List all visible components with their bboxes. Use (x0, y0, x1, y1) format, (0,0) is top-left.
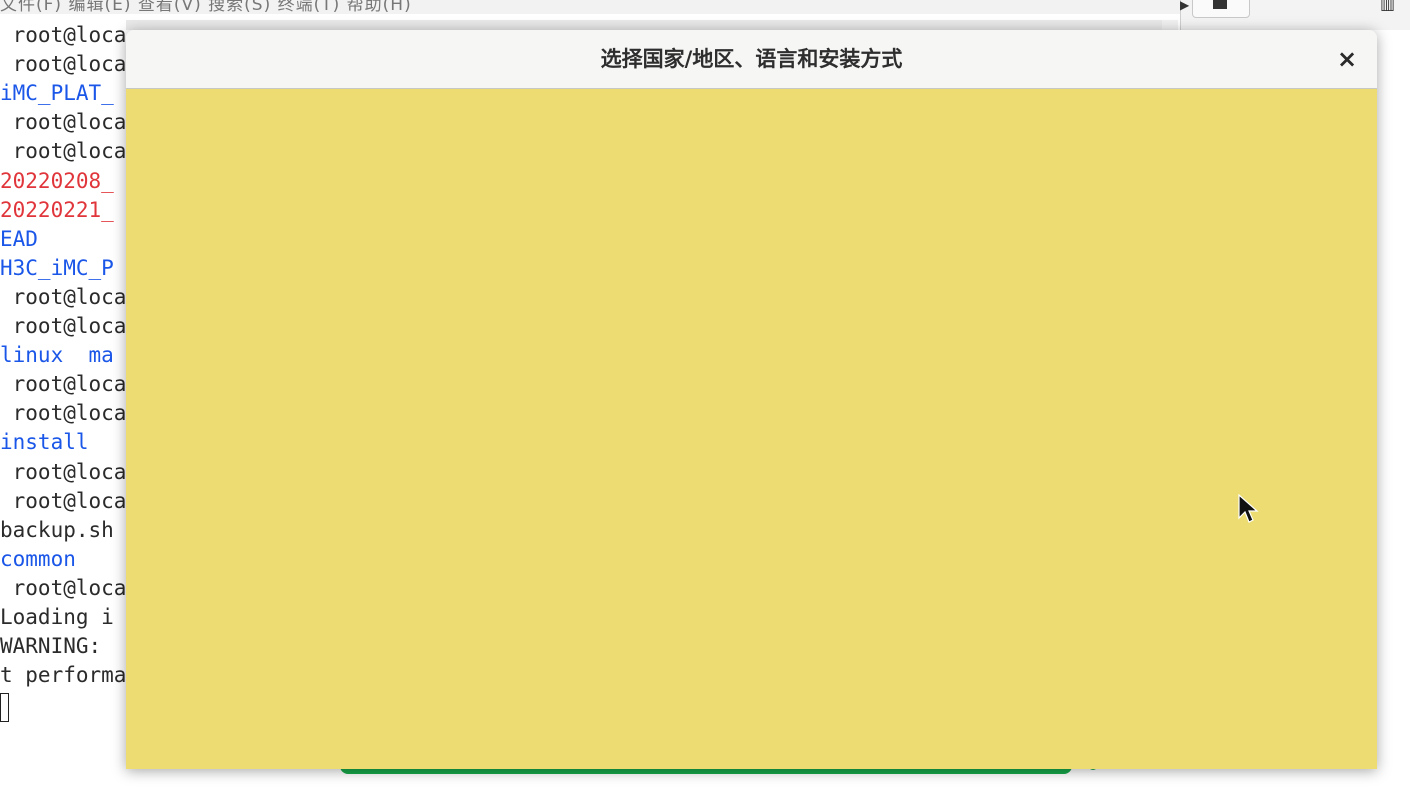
terminal-line: root@loca (0, 488, 127, 513)
menu-icon[interactable]: ▥ (1380, 0, 1395, 13)
terminal-line: root@loca (0, 459, 127, 484)
terminal-line: iMC_PLAT_ (0, 81, 114, 106)
terminal-line: t performa (0, 663, 127, 688)
terminal-line: root@loca (0, 52, 127, 77)
terminal-line: 20220221_ (0, 197, 114, 222)
terminal-line: root@loca (0, 372, 127, 397)
terminal-line: 20220208_ (0, 168, 114, 193)
terminal-top-bar (126, 20, 1166, 30)
toolbar-button[interactable] (1192, 0, 1250, 18)
screen: 文件(F) 编辑(E) 查看(V) 搜索(S) 终端(T) 帮助(H) ▶ ▥ … (0, 0, 1410, 797)
language-dialog: 选择国家/地区、语言和安装方式 × (126, 30, 1377, 769)
terminal-line: backup.sh (0, 517, 114, 542)
terminal-line: root@loca (0, 401, 127, 426)
dialog-header: 选择国家/地区、语言和安装方式 × (126, 30, 1377, 89)
toolbar-glyph-icon (1213, 0, 1227, 9)
close-icon[interactable]: × (1332, 44, 1362, 74)
terminal-line: root@loca (0, 284, 127, 309)
terminal-line: linux ma (0, 343, 114, 368)
dialog-body (126, 89, 1377, 769)
terminal-menubar[interactable]: 文件(F) 编辑(E) 查看(V) 搜索(S) 终端(T) 帮助(H) (0, 0, 1180, 14)
menubar-label: 文件(F) 编辑(E) 查看(V) 搜索(S) 终端(T) 帮助(H) (0, 0, 412, 14)
terminal-line: Loading i (0, 605, 114, 629)
terminal-line: WARNING: (0, 634, 102, 659)
terminal-line: install (0, 430, 89, 455)
dialog-title: 选择国家/地区、语言和安装方式 (600, 47, 903, 71)
terminal-line: root@loca (0, 23, 127, 47)
mouse-pointer-icon (1238, 494, 1259, 523)
terminal-cursor (0, 693, 9, 722)
terminal-line: root@loca (0, 139, 127, 164)
terminal-line: H3C_iMC_P (0, 255, 114, 280)
terminal-line: common (0, 546, 76, 571)
terminal-line: EAD (0, 226, 38, 251)
terminal-line: root@loca (0, 110, 127, 135)
arrow-icon: ▶ (1180, 0, 1190, 12)
terminal-line: root@loca (0, 314, 127, 338)
terminal-line: root@loca (0, 575, 127, 600)
